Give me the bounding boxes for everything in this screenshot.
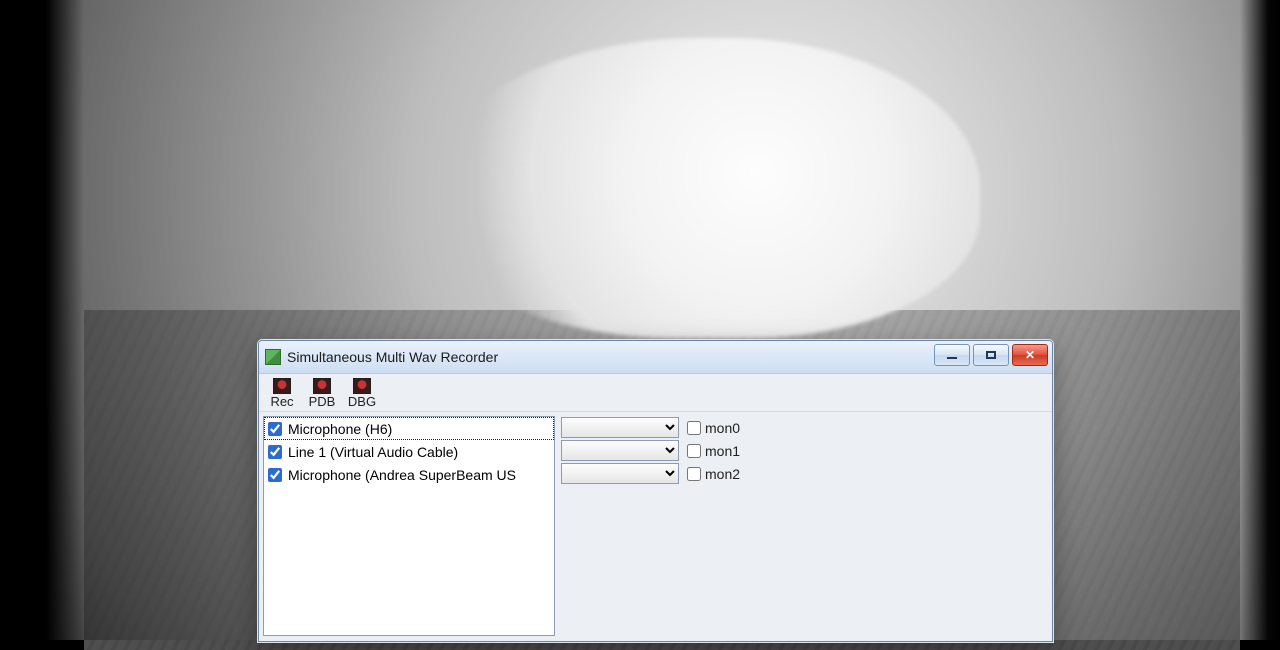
monitor-row: mon2 (561, 462, 1046, 485)
monitor-panel: mon0 mon1 mon2 (555, 412, 1052, 640)
monitor-label: mon0 (705, 420, 740, 436)
device-name: Line 1 (Virtual Audio Cable) (288, 444, 458, 460)
dbg-label: DBG (348, 394, 376, 409)
device-listbox[interactable]: Microphone (H6) Line 1 (Virtual Audio Ca… (263, 416, 555, 636)
monitor-label: mon1 (705, 443, 740, 459)
device-checkbox[interactable] (268, 422, 282, 436)
toolbar: Rec PDB DBG (259, 374, 1052, 412)
monitor-checkbox-label[interactable]: mon2 (687, 466, 740, 482)
monitor-checkbox[interactable] (687, 467, 701, 481)
pdb-icon (313, 378, 331, 394)
app-icon (265, 349, 281, 365)
app-window: Simultaneous Multi Wav Recorder ✕ Rec PD… (258, 340, 1053, 642)
device-row[interactable]: Line 1 (Virtual Audio Cable) (264, 440, 554, 463)
monitor-checkbox[interactable] (687, 444, 701, 458)
maximize-button[interactable] (973, 344, 1009, 366)
dbg-icon (353, 378, 371, 394)
device-checkbox[interactable] (268, 445, 282, 459)
maximize-icon (986, 351, 996, 359)
monitor-select[interactable] (561, 463, 679, 484)
titlebar[interactable]: Simultaneous Multi Wav Recorder ✕ (259, 341, 1052, 374)
window-body: Microphone (H6) Line 1 (Virtual Audio Ca… (259, 412, 1052, 640)
monitor-select[interactable] (561, 417, 679, 438)
dbg-button[interactable]: DBG (347, 378, 377, 409)
monitor-checkbox[interactable] (687, 421, 701, 435)
device-row[interactable]: Microphone (Andrea SuperBeam US (264, 463, 554, 486)
background-subject (420, 38, 980, 338)
window-title: Simultaneous Multi Wav Recorder (287, 349, 498, 365)
monitor-checkbox-label[interactable]: mon0 (687, 420, 740, 436)
close-button[interactable]: ✕ (1012, 344, 1048, 366)
device-name: Microphone (Andrea SuperBeam US (288, 467, 516, 483)
record-button[interactable]: Rec (267, 378, 297, 409)
close-icon: ✕ (1025, 349, 1035, 361)
window-controls: ✕ (934, 344, 1048, 366)
monitor-row: mon1 (561, 439, 1046, 462)
minimize-icon (947, 357, 957, 359)
minimize-button[interactable] (934, 344, 970, 366)
monitor-checkbox-label[interactable]: mon1 (687, 443, 740, 459)
monitor-row: mon0 (561, 416, 1046, 439)
device-checkbox[interactable] (268, 468, 282, 482)
pdb-button[interactable]: PDB (307, 378, 337, 409)
device-name: Microphone (H6) (288, 421, 392, 437)
monitor-label: mon2 (705, 466, 740, 482)
monitor-select[interactable] (561, 440, 679, 461)
record-icon (273, 378, 291, 394)
record-label: Rec (270, 394, 293, 409)
pdb-label: PDB (309, 394, 336, 409)
device-row[interactable]: Microphone (H6) (264, 417, 554, 440)
